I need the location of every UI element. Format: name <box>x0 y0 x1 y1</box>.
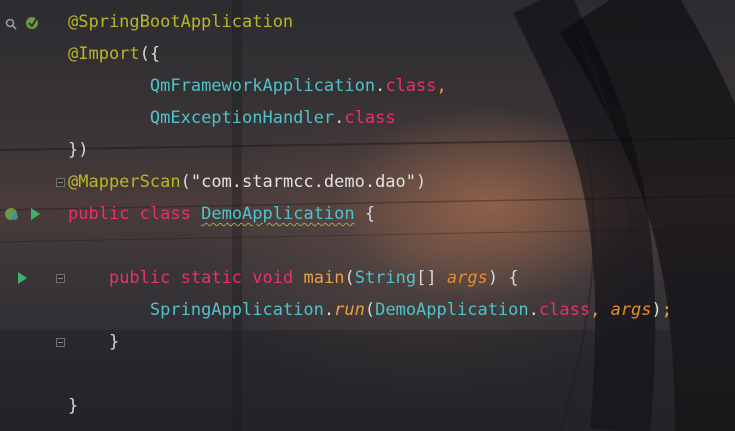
keyword-token: static <box>180 268 243 288</box>
annotation-token: @SpringBootApplication <box>68 12 294 32</box>
annotation-token: @MapperScan <box>68 172 181 192</box>
code-line-10[interactable]: SpringApplication.run(DemoApplication.cl… <box>68 294 672 326</box>
class-token: SpringApplication <box>149 300 324 320</box>
annotation-token: @Import <box>68 44 140 64</box>
editor-gutter <box>0 0 65 431</box>
class-name-token: DemoApplication <box>201 204 355 224</box>
run-arrow-icon[interactable] <box>18 272 27 284</box>
class-token: DemoApplication <box>375 300 529 320</box>
bracket-token: ( <box>344 268 355 288</box>
comma-token: , <box>436 76 447 96</box>
keyword-token: public <box>108 268 171 288</box>
parameter-token: args <box>446 268 488 288</box>
code-line-9[interactable]: public static void main(String[] args) { <box>68 262 519 294</box>
semicolon-token: ; <box>661 300 673 320</box>
dot-token: . <box>334 108 345 128</box>
code-line-7[interactable]: public class DemoApplication { <box>68 198 375 230</box>
bracket-token: ) <box>651 300 662 320</box>
code-line-4[interactable]: QmExceptionHandler.class <box>68 102 396 134</box>
keyword-token: class <box>385 76 437 96</box>
comma-token: , <box>590 300 601 320</box>
code-line-5[interactable]: }) <box>68 134 88 166</box>
keyword-token: class <box>344 108 396 128</box>
dot-token: . <box>375 76 386 96</box>
brace-token: } <box>108 332 120 352</box>
bracket-token: ({ <box>139 44 161 64</box>
brace-token: { <box>364 204 376 224</box>
keyword-token: class <box>538 300 591 320</box>
keyword-token: class <box>139 204 191 224</box>
fold-marker-icon[interactable] <box>56 338 65 347</box>
spring-leaf-icon[interactable] <box>24 14 40 30</box>
type-token: String <box>354 268 417 288</box>
fold-marker-icon[interactable] <box>56 274 65 283</box>
class-token: QmExceptionHandler <box>149 108 335 128</box>
array-token: [] <box>416 268 437 288</box>
code-line-6[interactable]: @MapperScan("com.starmcc.demo.dao") <box>68 166 426 198</box>
class-token: QmFrameworkApplication <box>149 76 376 96</box>
method-token: run <box>334 300 365 320</box>
bracket-token: ) <box>487 268 499 288</box>
method-token: main <box>303 268 345 288</box>
parameter-token: args <box>610 300 652 320</box>
keyword-token: public <box>68 204 130 224</box>
keyword-token: void <box>252 268 294 288</box>
spring-leaf-icon[interactable] <box>4 206 20 222</box>
code-line-3[interactable]: QmFrameworkApplication.class, <box>68 70 447 102</box>
fold-marker-icon[interactable] <box>56 178 65 187</box>
dot-token: . <box>528 300 539 320</box>
run-arrow-icon[interactable] <box>31 208 40 220</box>
bean-search-icon[interactable] <box>4 16 18 30</box>
string-token: "com.starmcc.demo.dao" <box>190 172 417 192</box>
bracket-token: ( <box>364 300 376 320</box>
code-line-1[interactable]: @SpringBootApplication <box>68 6 293 38</box>
bracket-token: }) <box>68 140 89 160</box>
brace-token: } <box>68 396 79 416</box>
code-line-2[interactable]: @Import({ <box>68 38 160 70</box>
brace-token: { <box>508 268 519 288</box>
dot-token: . <box>323 300 335 320</box>
code-line-11[interactable]: } <box>68 326 119 358</box>
bracket-token: ) <box>416 172 427 192</box>
code-line-13[interactable]: } <box>68 390 78 422</box>
bracket-token: ( <box>180 172 191 192</box>
